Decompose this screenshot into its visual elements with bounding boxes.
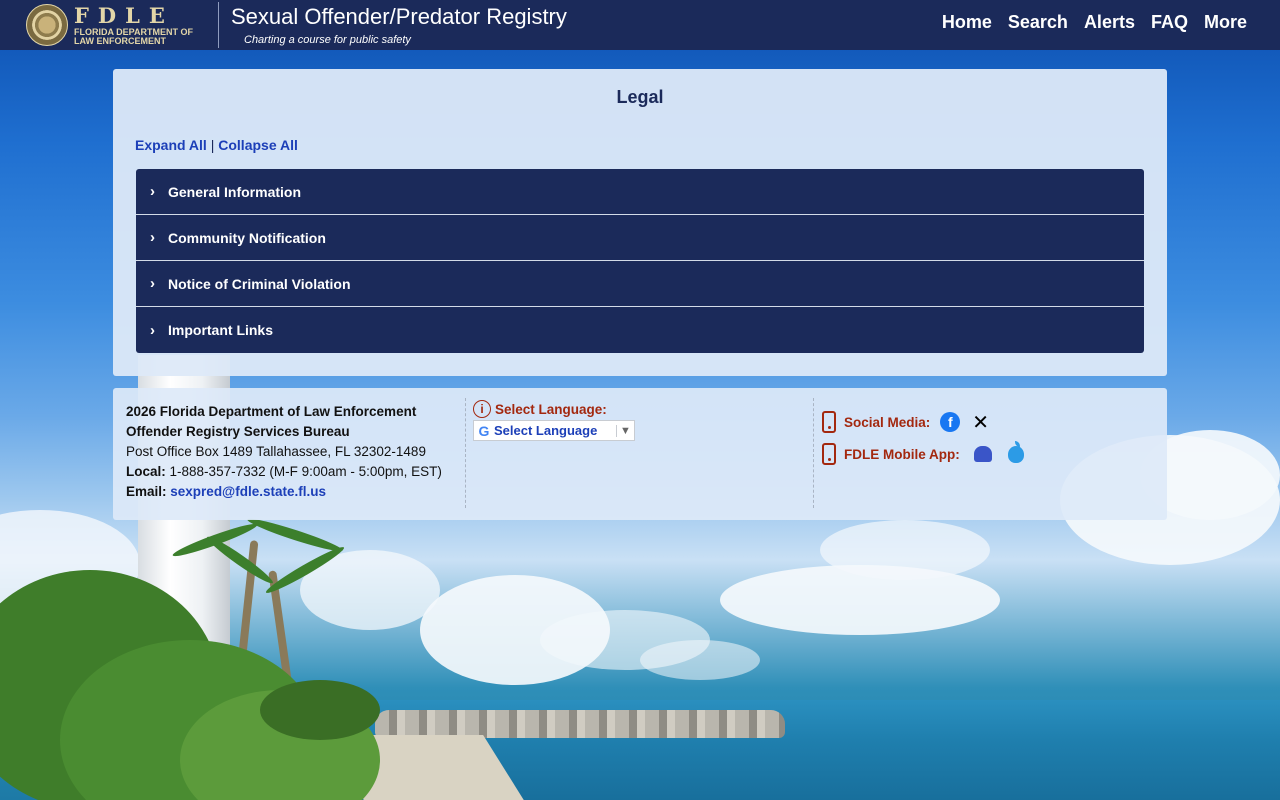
social-media-row: Social Media: f ✕ — [822, 406, 1024, 438]
fdle-logo[interactable]: FDLE FLORIDA DEPARTMENT OF LAW ENFORCEME… — [26, 3, 206, 47]
accordion-label: Notice of Criminal Violation — [168, 275, 351, 292]
expand-all-link[interactable]: Expand All — [135, 137, 207, 153]
nav-more[interactable]: More — [1204, 12, 1247, 33]
email-label: Email: — [126, 484, 167, 499]
legal-accordion: › General Information › Community Notifi… — [136, 169, 1144, 353]
x-twitter-icon[interactable]: ✕ — [972, 410, 989, 435]
accordion-label: Community Notification — [168, 229, 326, 246]
nav-home[interactable]: Home — [942, 12, 992, 33]
site-tagline: Charting a course for public safety — [244, 34, 411, 46]
main-nav: Home Search Alerts FAQ More — [942, 12, 1247, 33]
social-media-label: Social Media: — [844, 414, 931, 430]
language-select-value: Select Language — [494, 423, 598, 438]
info-icon: i — [473, 400, 491, 418]
social-block: Social Media: f ✕ FDLE Mobile App: — [822, 406, 1024, 470]
chevron-right-icon: › — [150, 321, 155, 339]
language-selector-block: i Select Language: G Select Language ▼ — [473, 400, 635, 441]
nav-search[interactable]: Search — [1008, 12, 1068, 33]
legal-panel: Legal Expand All | Collapse All › Genera… — [113, 69, 1167, 376]
page-title: Legal — [616, 87, 664, 107]
logo-subtitle: FLORIDA DEPARTMENT OF LAW ENFORCEMENT — [74, 27, 193, 46]
mobile-phone-icon — [822, 443, 836, 465]
chevron-right-icon: › — [150, 183, 155, 200]
facebook-icon[interactable]: f — [940, 412, 961, 432]
mailing-address: Post Office Box 1489 Tallahassee, FL 323… — [126, 444, 426, 459]
copyright-org: 2026 Florida Department of Law Enforceme… — [126, 404, 417, 419]
top-navigation-bar: FDLE FLORIDA DEPARTMENT OF LAW ENFORCEME… — [0, 0, 1280, 50]
accordion-community-notification[interactable]: › Community Notification — [136, 215, 1144, 261]
accordion-important-links[interactable]: › Important Links — [136, 307, 1144, 353]
nav-alerts[interactable]: Alerts — [1084, 12, 1135, 33]
accordion-label: Important Links — [168, 322, 274, 338]
google-icon: G — [478, 422, 490, 439]
site-footer: 2026 Florida Department of Law Enforceme… — [113, 388, 1167, 520]
local-phone-value: 1-888-357-7332 (M-F 9:00am - 5:00pm, EST… — [169, 464, 442, 479]
fdle-seal-icon — [26, 4, 68, 46]
mobile-app-row: FDLE Mobile App: — [822, 438, 1024, 470]
language-select[interactable]: G Select Language ▼ — [473, 420, 635, 441]
accordion-label: General Information — [168, 183, 302, 200]
chevron-right-icon: › — [150, 229, 155, 246]
bureau-name: Offender Registry Services Bureau — [126, 424, 350, 439]
footer-divider — [813, 398, 814, 508]
chevron-right-icon: › — [150, 275, 155, 292]
expand-collapse-controls: Expand All | Collapse All — [135, 137, 298, 153]
select-language-heading: i Select Language: — [473, 400, 635, 418]
mobile-phone-icon — [822, 411, 836, 433]
contact-info: 2026 Florida Department of Law Enforceme… — [126, 402, 466, 502]
dropdown-arrow-icon: ▼ — [616, 424, 634, 437]
android-icon[interactable] — [973, 446, 992, 462]
apple-icon[interactable] — [1007, 440, 1024, 463]
collapse-all-link[interactable]: Collapse All — [218, 137, 298, 153]
footer-divider — [465, 398, 466, 508]
accordion-general-information[interactable]: › General Information — [136, 169, 1144, 215]
expand-collapse-separator: | — [210, 137, 215, 153]
mobile-app-label: FDLE Mobile App: — [844, 446, 960, 462]
nav-faq[interactable]: FAQ — [1151, 12, 1188, 33]
site-title[interactable]: Sexual Offender/Predator Registry — [231, 4, 567, 30]
accordion-notice-of-criminal-violation[interactable]: › Notice of Criminal Violation — [136, 261, 1144, 307]
select-language-label: Select Language: — [495, 401, 607, 417]
local-phone-label: Local: — [126, 464, 166, 479]
email-link[interactable]: sexpred@fdle.state.fl.us — [170, 484, 326, 499]
logo-letters: FDLE — [74, 3, 174, 28]
header-divider — [218, 2, 219, 48]
